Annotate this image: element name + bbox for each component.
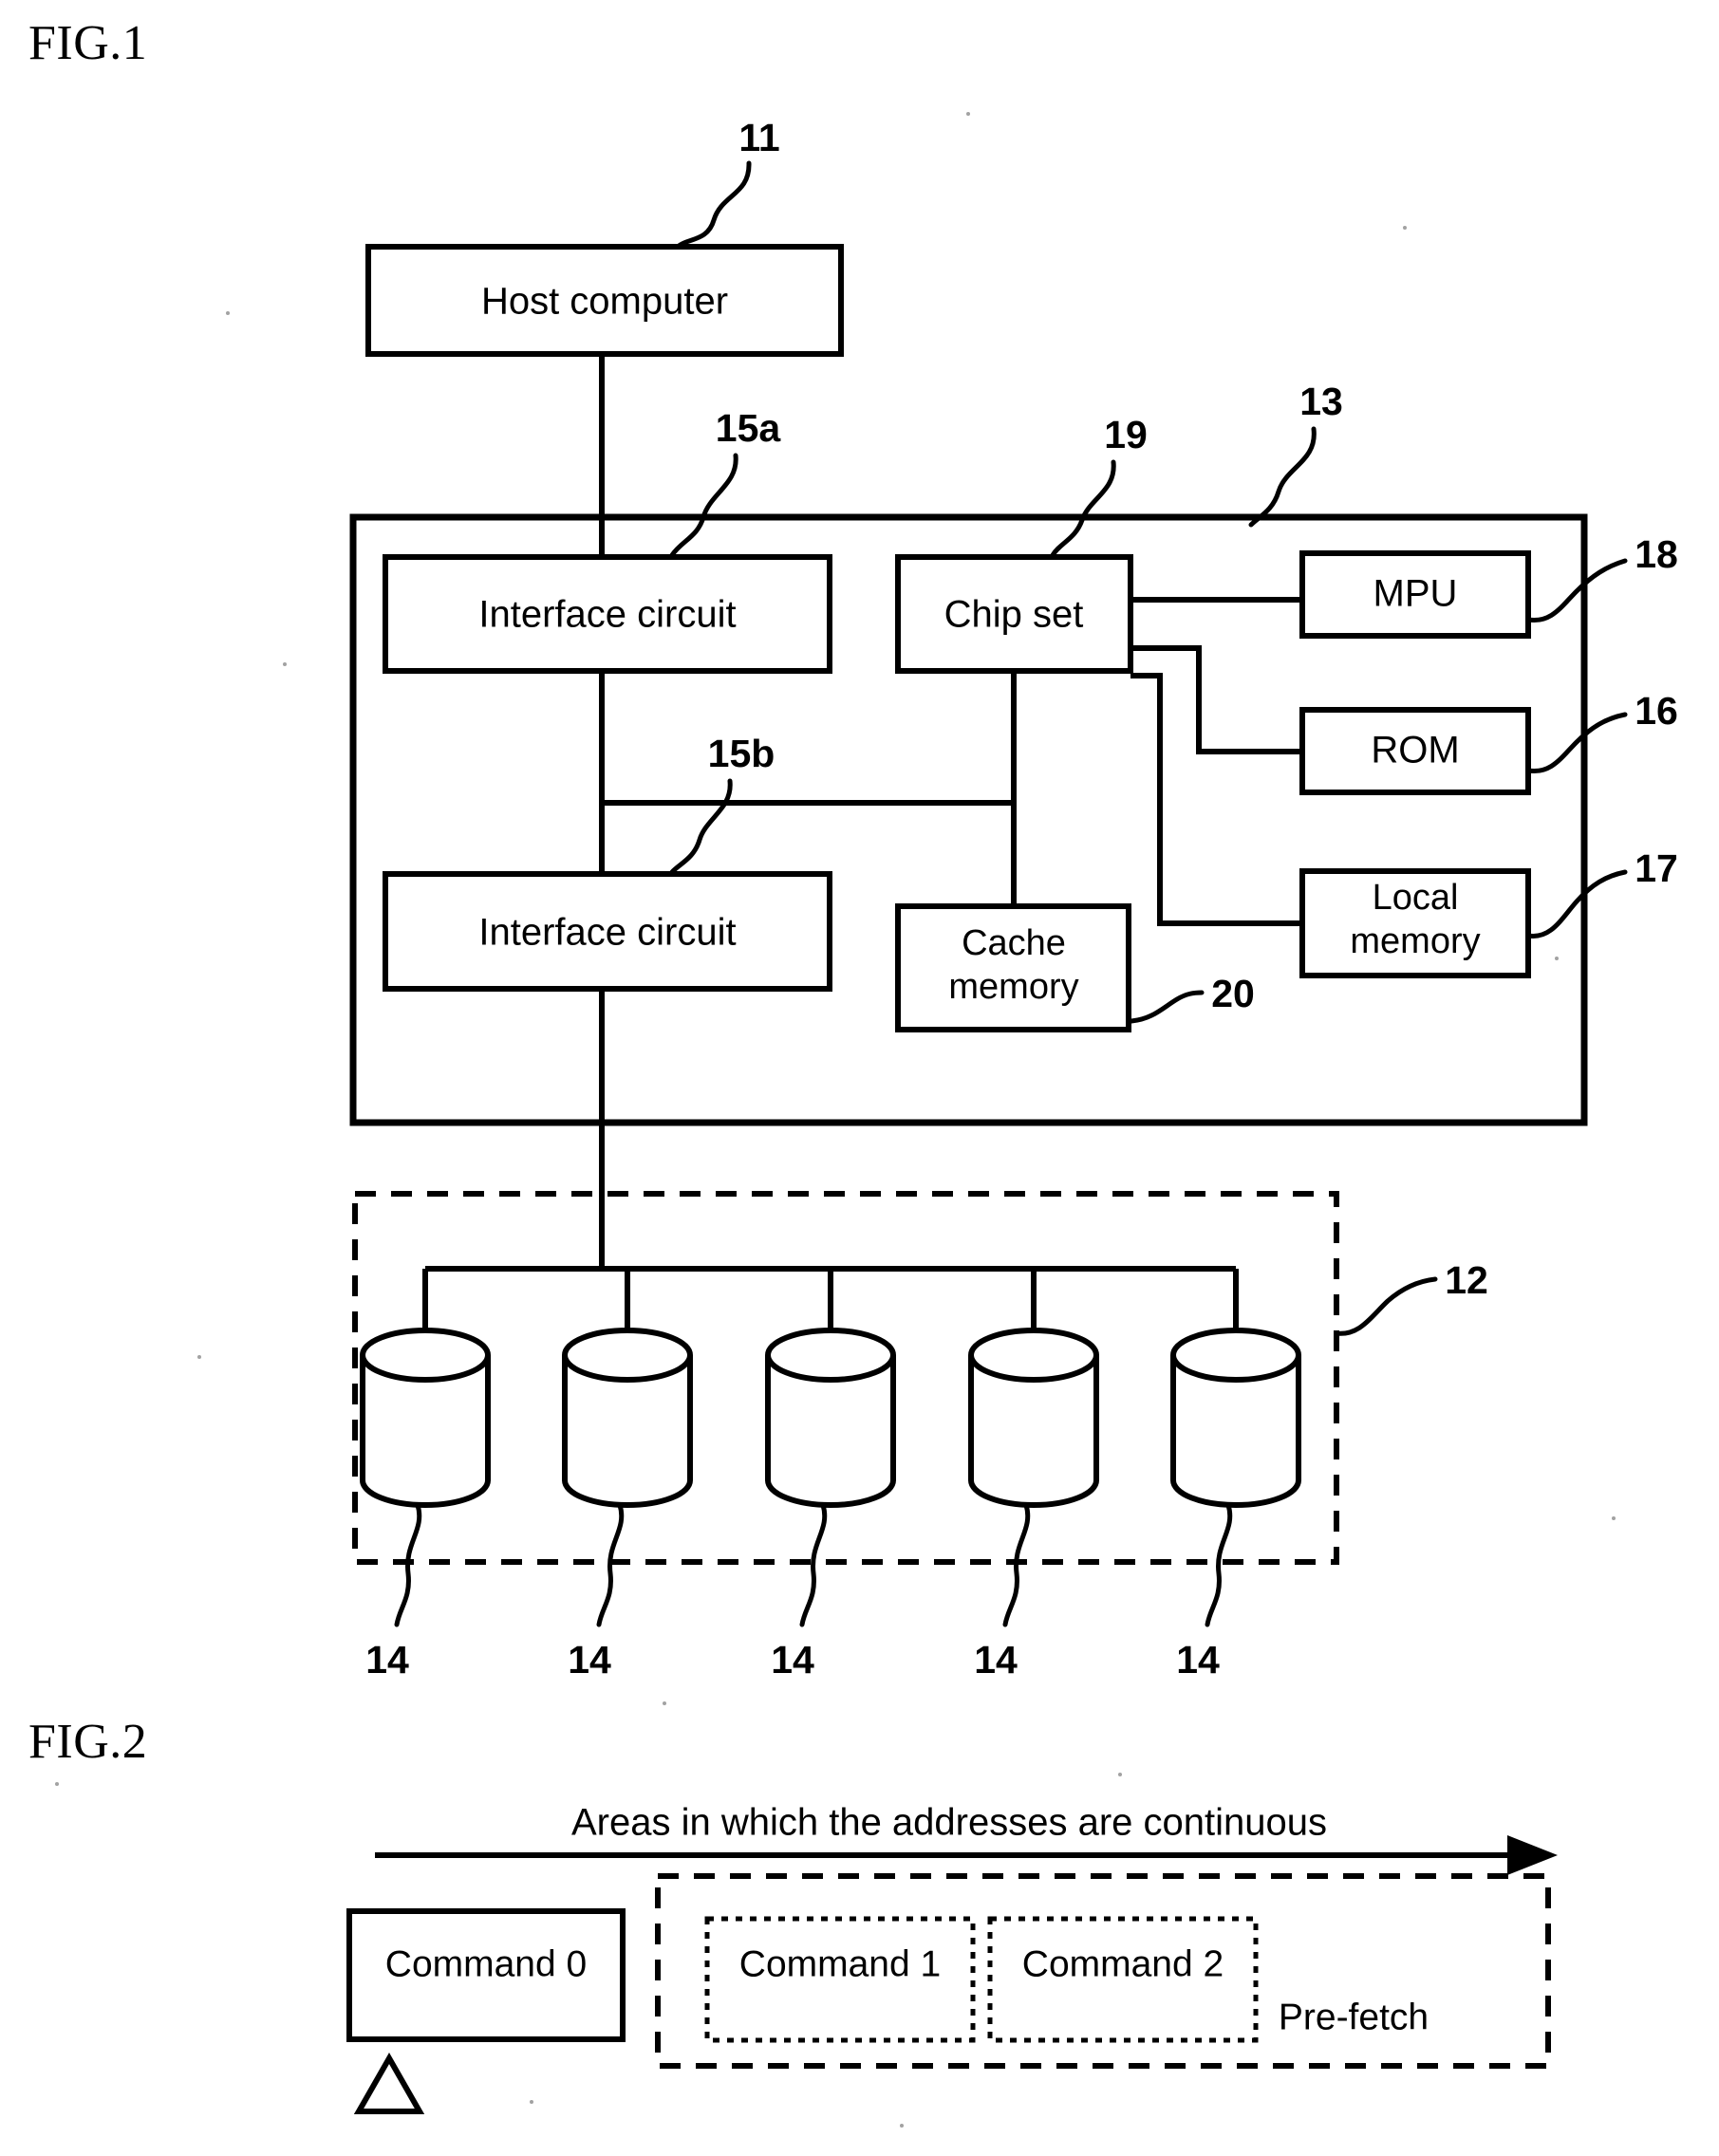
ref-numeral-18: 18 xyxy=(1635,532,1678,576)
ref-numeral-15b: 15b xyxy=(708,732,775,775)
ref-numeral-14-4: 14 xyxy=(974,1638,1018,1682)
continuous-addresses-caption: Areas in which the addresses are continu… xyxy=(571,1802,1327,1844)
command-0-label: Command 0 xyxy=(385,1943,587,1984)
interface-circuit-a-label: Interface circuit xyxy=(478,594,736,636)
ref-numeral-15a: 15a xyxy=(716,406,782,450)
command-2-label: Command 2 xyxy=(1022,1943,1224,1984)
patent-figure-sheet: FIG.1 11 Host computer 15a 19 13 Interfa… xyxy=(0,0,1719,2156)
ref-numeral-14-1: 14 xyxy=(365,1638,409,1682)
cache-memory-label-line2: memory xyxy=(948,967,1078,1007)
ref-numeral-12: 12 xyxy=(1445,1258,1488,1302)
ref-numeral-14-2: 14 xyxy=(568,1638,611,1682)
local-memory-label-line1: Local xyxy=(1373,878,1459,918)
chip-set-label: Chip set xyxy=(944,594,1084,636)
prefetch-label: Pre-fetch xyxy=(1279,1997,1429,2037)
interface-circuit-b-label: Interface circuit xyxy=(478,912,736,954)
figure-1-label: FIG.1 xyxy=(28,16,147,70)
ref-numeral-20: 20 xyxy=(1211,972,1255,1015)
local-memory-label-line2: memory xyxy=(1350,921,1480,961)
cache-memory-label-line1: Cache xyxy=(962,923,1066,963)
command-1-label: Command 1 xyxy=(739,1943,941,1984)
ref-numeral-19: 19 xyxy=(1104,413,1148,456)
ref-numeral-14-5: 14 xyxy=(1176,1638,1220,1682)
host-computer-label: Host computer xyxy=(481,281,728,323)
rom-label: ROM xyxy=(1371,730,1459,771)
mpu-label: MPU xyxy=(1373,573,1458,615)
ref-numeral-16: 16 xyxy=(1635,689,1678,733)
figure-2-label: FIG.2 xyxy=(28,1715,147,1769)
ref-numeral-14-3: 14 xyxy=(771,1638,814,1682)
ref-numeral-17: 17 xyxy=(1635,846,1678,890)
ref-numeral-11: 11 xyxy=(738,116,779,159)
ref-numeral-13: 13 xyxy=(1299,380,1343,423)
